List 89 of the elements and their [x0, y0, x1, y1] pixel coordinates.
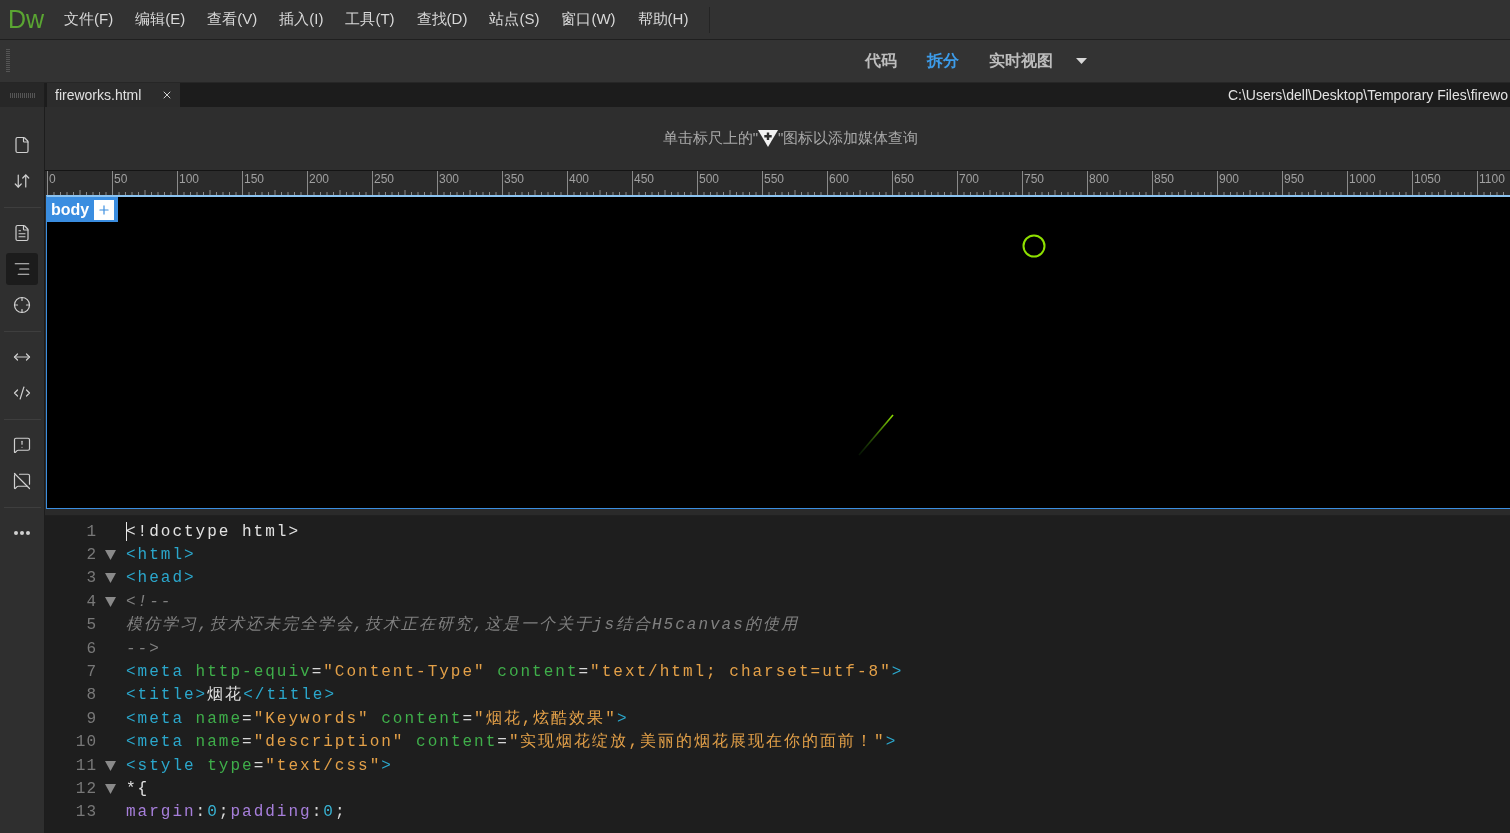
- line-number: 13: [74, 802, 97, 823]
- comment-alert-icon: [13, 436, 31, 454]
- add-button[interactable]: [94, 199, 115, 220]
- ruler-label: 600: [829, 172, 850, 186]
- fold-triangle-icon[interactable]: [105, 596, 116, 607]
- code-line: <head>: [126, 568, 196, 589]
- more-icon: [14, 531, 30, 535]
- ruler-label: 50: [114, 172, 128, 186]
- menu-item[interactable]: 插入(I): [268, 8, 335, 31]
- ruler-label: 500: [699, 172, 720, 186]
- document-icon: [13, 224, 31, 242]
- ruler-label: 750: [1024, 172, 1045, 186]
- light-streak: [858, 414, 894, 456]
- tool-button[interactable]: [6, 253, 38, 285]
- up-down-arrows-icon: [13, 172, 31, 190]
- grip-icon[interactable]: [6, 49, 10, 73]
- plus-icon: [97, 202, 112, 217]
- menu-item[interactable]: 窗口(W): [550, 8, 627, 31]
- menu-item[interactable]: 工具(T): [334, 8, 406, 31]
- ruler-label: 250: [374, 172, 395, 186]
- menu-item[interactable]: 站点(S): [478, 8, 551, 31]
- fold-triangle-icon[interactable]: [105, 550, 116, 561]
- grip-icon[interactable]: [9, 92, 35, 98]
- line-number: 9: [85, 708, 97, 729]
- fold-triangle-icon[interactable]: [105, 784, 116, 794]
- circle-outline: [1022, 234, 1046, 258]
- line-number: 10: [74, 732, 97, 753]
- ruler-label: 0: [49, 172, 56, 186]
- ruler-label: 300: [439, 172, 460, 186]
- file-icon: [13, 136, 31, 154]
- line-number: 6: [85, 638, 97, 659]
- code-line: margin:0;padding:0;: [126, 802, 347, 823]
- ruler-label: 450: [634, 172, 655, 186]
- menu-item[interactable]: 帮助(H): [626, 8, 700, 31]
- ruler-label: 100: [179, 172, 200, 186]
- ruler-label: 700: [959, 172, 980, 186]
- ruler-label: 850: [1154, 172, 1175, 186]
- code-line: <meta name="description" content="实现烟花绽放,美丽的烟花展现在你的面前！">: [126, 732, 898, 753]
- comment-off-icon: [13, 472, 31, 490]
- ruler-label: 1050: [1414, 172, 1441, 186]
- code-line: -->: [126, 638, 161, 659]
- ruler-label: 150: [244, 172, 265, 186]
- ruler-label: 800: [1089, 172, 1110, 186]
- line-number: 4: [85, 591, 97, 612]
- code-line: 模仿学习,技术还未完全学会,技术正在研究,这是一个关于js结合H5canvas的使用: [126, 615, 799, 636]
- line-number: 8: [85, 685, 97, 706]
- menu-item[interactable]: 查看(V): [196, 8, 269, 31]
- code-line: *{: [126, 779, 150, 799]
- code-line: <!--: [126, 591, 173, 612]
- ruler-label: 400: [569, 172, 590, 186]
- ruler-label: 550: [764, 172, 785, 186]
- ruler-label: 900: [1219, 172, 1240, 186]
- hint-text: 单击标尺上的": [662, 128, 758, 149]
- ruler-label: 1100: [1479, 172, 1505, 186]
- code-line: <title>烟花</title>: [126, 685, 337, 706]
- menu-item[interactable]: 查找(D): [405, 8, 479, 31]
- crosshair-icon: [13, 296, 31, 314]
- code-line: <meta http-equiv="Content-Type" content="text/html; charset=utf-8">: [126, 662, 904, 683]
- code-line: <meta name="Keywords" content="烟花,炫酷效果">: [126, 708, 629, 729]
- code-icon: [13, 384, 31, 402]
- view-mode-tab[interactable]: 实时视图: [974, 49, 1068, 73]
- view-mode-tab[interactable]: 代码: [850, 49, 912, 73]
- menu-item[interactable]: 文件(F): [53, 8, 125, 31]
- line-number: 3: [85, 568, 97, 589]
- line-number: 7: [85, 662, 97, 683]
- document-tab[interactable]: fireworks.html: [47, 83, 181, 107]
- ruler-label: 350: [504, 172, 525, 186]
- fold-triangle-icon[interactable]: [105, 760, 116, 771]
- ruler-label: 950: [1284, 172, 1305, 186]
- caret-icon[interactable]: [1076, 58, 1087, 64]
- line-number: 12: [74, 779, 97, 799]
- hint-text: "图标以添加媒体查询: [778, 128, 919, 149]
- code-line: <style type="text/css">: [126, 755, 393, 776]
- code-line: <html>: [126, 545, 196, 566]
- ruler-label: 200: [309, 172, 330, 186]
- align-right-icon: [13, 260, 31, 278]
- file-path: C:\Users\dell\Desktop\Temporary Files\firewo: [1227, 85, 1509, 105]
- app-logo: Dw: [7, 7, 46, 32]
- line-number: 2: [85, 545, 97, 566]
- ruler-label: 1000: [1349, 172, 1376, 186]
- ruler-label: 650: [894, 172, 915, 186]
- line-number: 1: [85, 521, 97, 542]
- menu-item[interactable]: 编辑(E): [124, 8, 197, 31]
- triangle-plus-icon: [758, 130, 778, 147]
- code-line: <!doctype html>: [126, 521, 301, 542]
- fold-triangle-icon[interactable]: [105, 573, 116, 584]
- line-number: 11: [74, 755, 97, 776]
- view-mode-tab[interactable]: 拆分: [912, 49, 974, 73]
- line-number: 5: [85, 615, 97, 636]
